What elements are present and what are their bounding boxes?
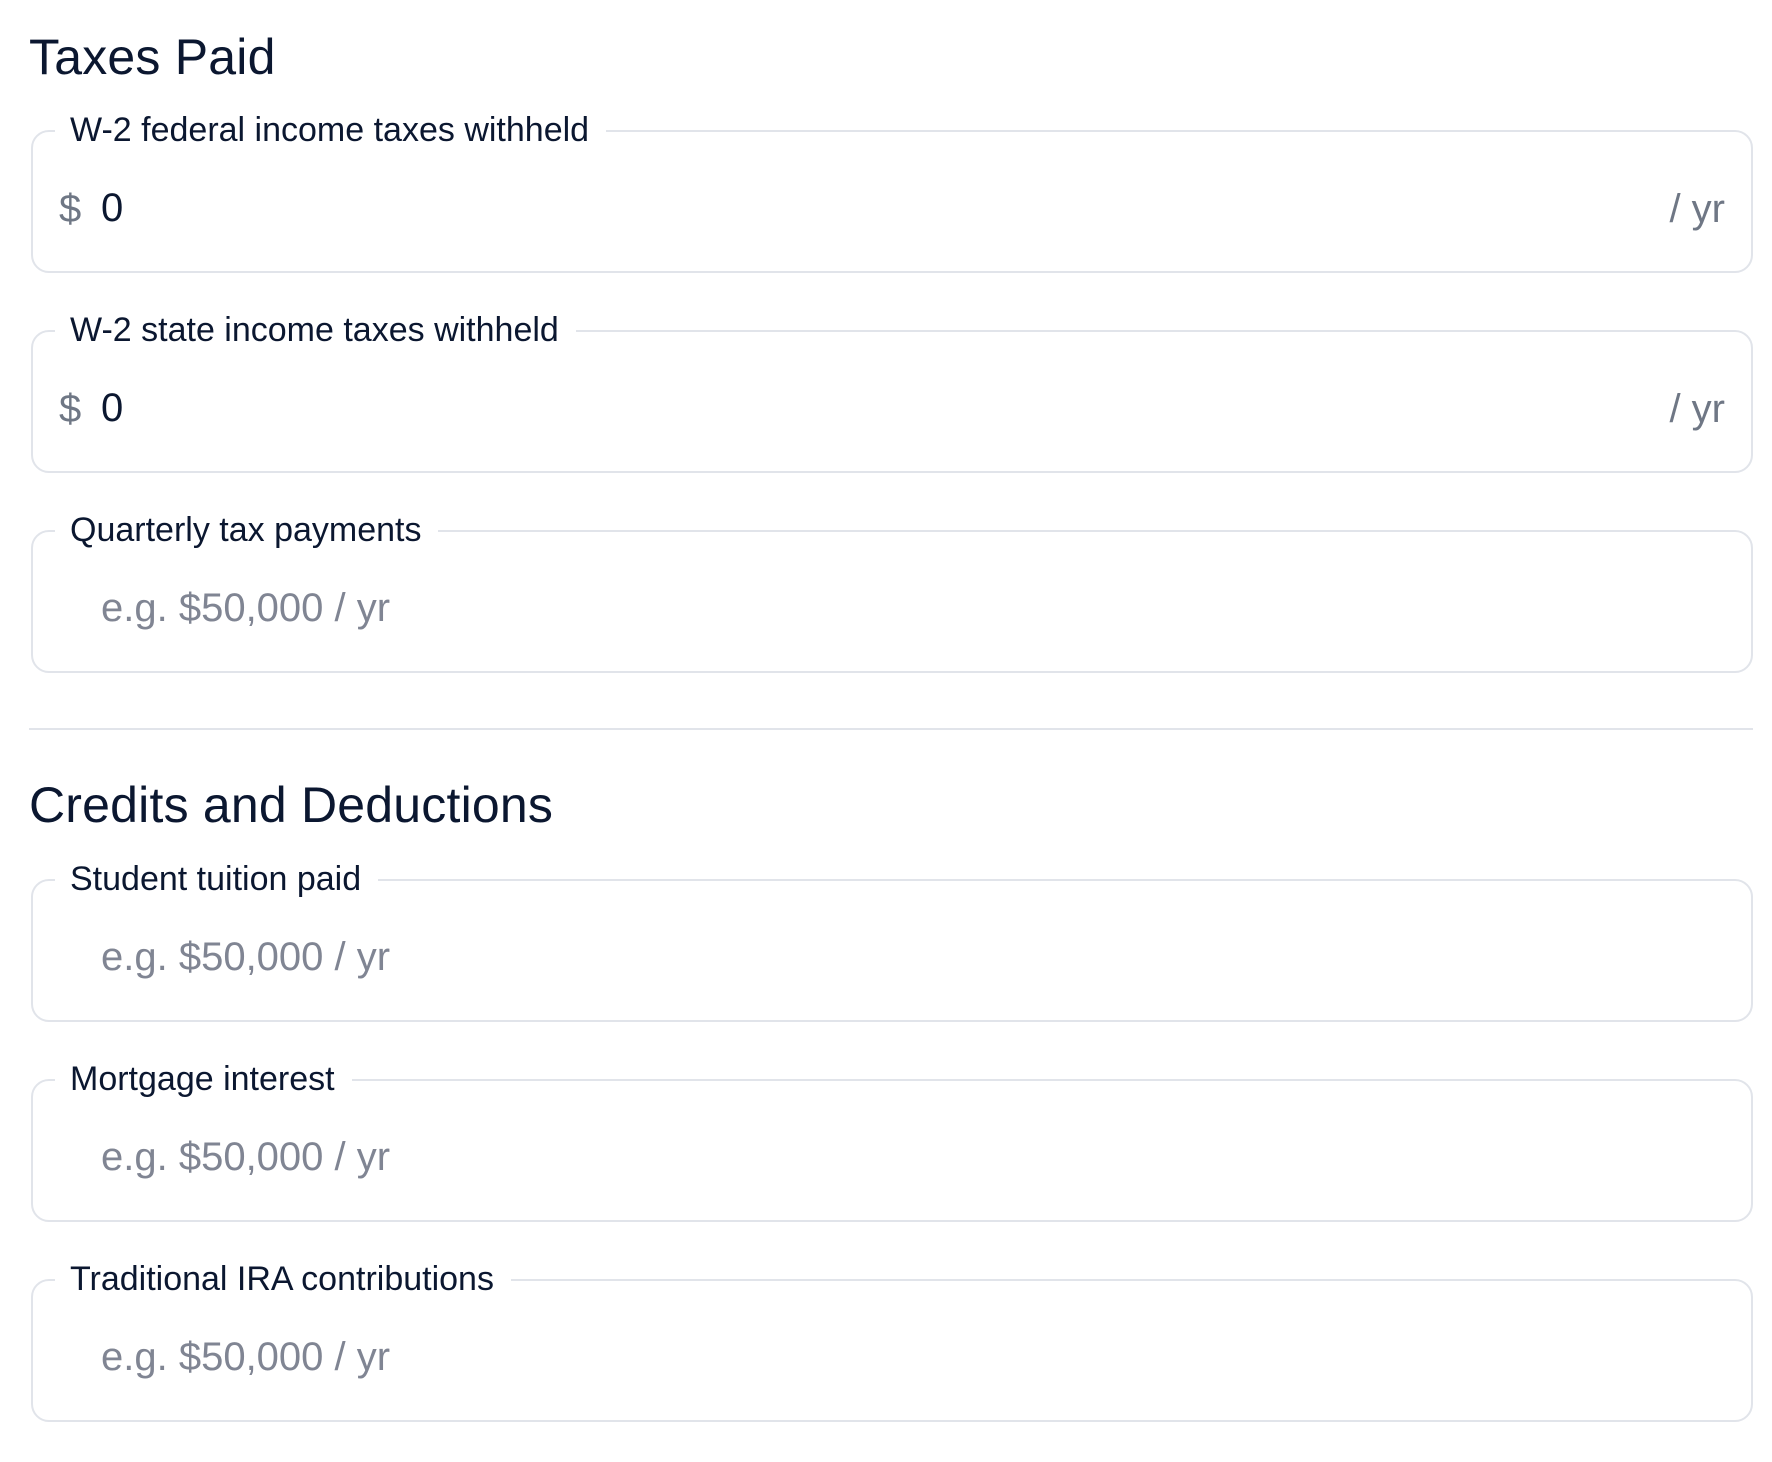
state-withholding-currency-prefix: $ [59, 387, 82, 431]
federal-withholding-input[interactable] [101, 177, 1621, 239]
student-tuition-label: Student tuition paid [55, 859, 379, 899]
federal-withholding-unit-suffix: / yr [1669, 187, 1725, 231]
state-withholding-field: W-2 state income taxes withheld $ / yr [31, 310, 1753, 473]
mortgage-interest-input[interactable] [101, 1126, 1621, 1188]
ira-contributions-input[interactable] [101, 1326, 1621, 1388]
section-divider [29, 728, 1753, 730]
quarterly-payments-field: Quarterly tax payments [31, 510, 1753, 673]
student-tuition-input[interactable] [101, 926, 1621, 988]
credits-deductions-heading: Credits and Deductions [29, 777, 554, 833]
state-withholding-unit-suffix: / yr [1669, 387, 1725, 431]
federal-withholding-field: W-2 federal income taxes withheld $ / yr [31, 110, 1753, 273]
federal-withholding-currency-prefix: $ [59, 187, 82, 231]
ira-contributions-field: Traditional IRA contributions [31, 1259, 1753, 1422]
quarterly-payments-input[interactable] [101, 577, 1621, 639]
mortgage-interest-label: Mortgage interest [55, 1059, 352, 1099]
quarterly-payments-label: Quarterly tax payments [55, 510, 439, 550]
student-tuition-field: Student tuition paid [31, 859, 1753, 1022]
federal-withholding-label: W-2 federal income taxes withheld [55, 110, 607, 150]
mortgage-interest-field: Mortgage interest [31, 1059, 1753, 1222]
state-withholding-input[interactable] [101, 377, 1621, 439]
state-withholding-label: W-2 state income taxes withheld [55, 310, 576, 350]
tax-form-page: Taxes Paid W-2 federal income taxes with… [0, 0, 1772, 1462]
taxes-paid-heading: Taxes Paid [29, 29, 276, 85]
ira-contributions-label: Traditional IRA contributions [55, 1259, 511, 1299]
